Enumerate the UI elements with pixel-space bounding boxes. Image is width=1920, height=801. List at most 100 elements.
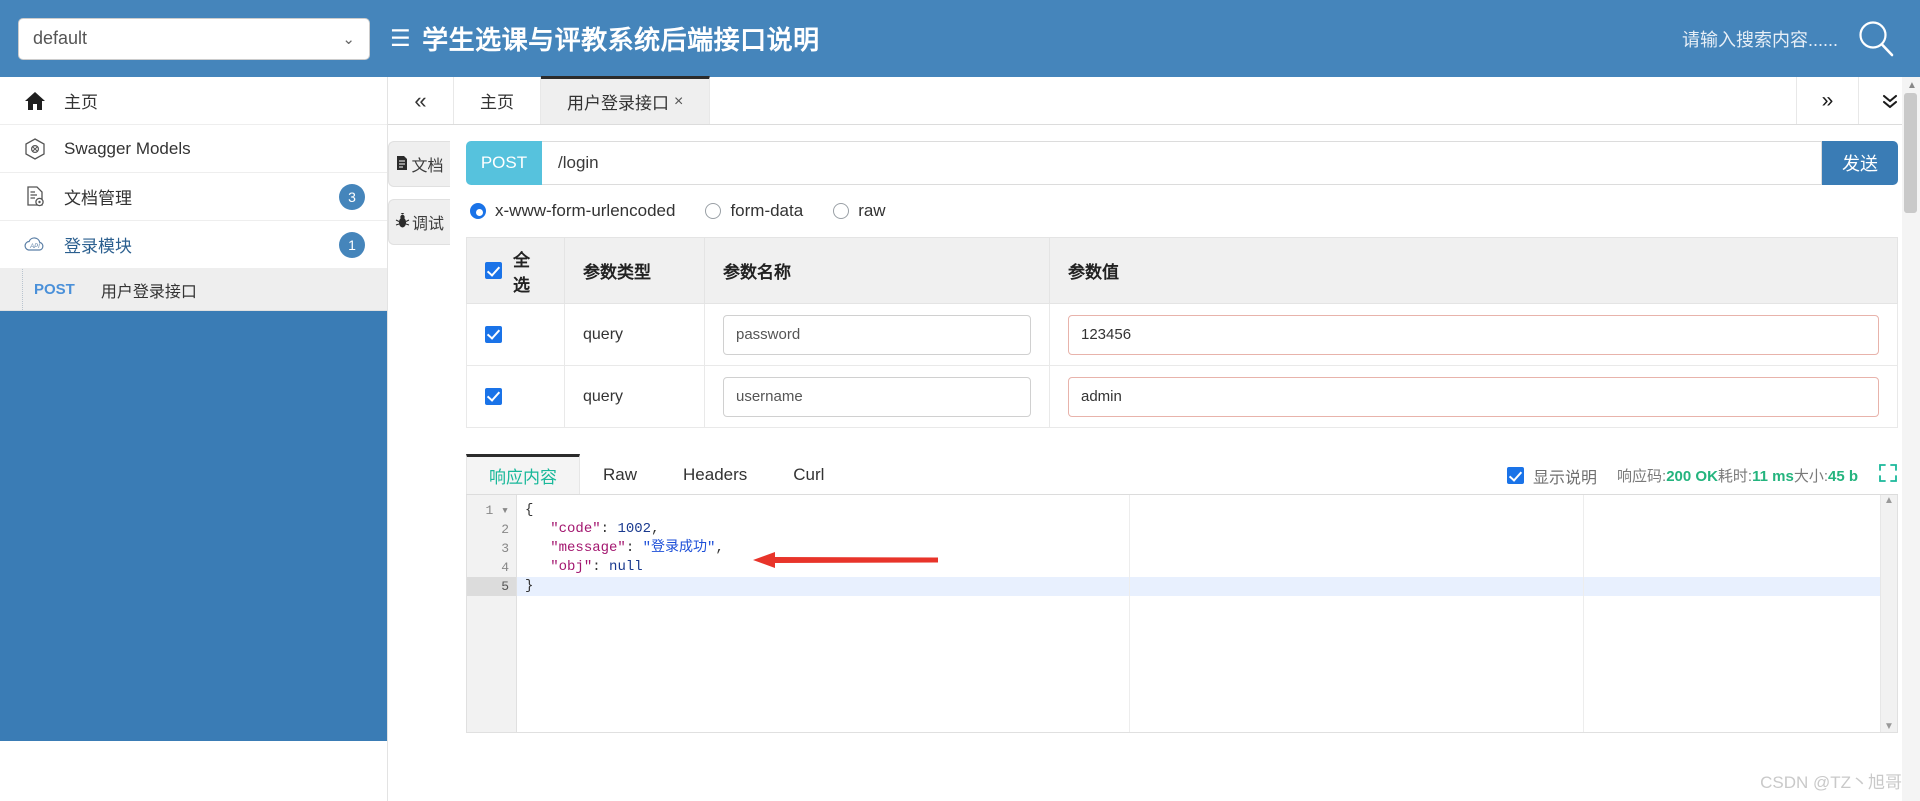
- line-number: 5: [467, 577, 516, 596]
- home-icon: [22, 88, 48, 114]
- radio-indicator: [470, 203, 486, 219]
- document-icon: [395, 155, 409, 174]
- chevron-double-right-icon[interactable]: »: [1796, 77, 1858, 124]
- response-tab-raw[interactable]: Raw: [580, 454, 660, 494]
- row-param-type: query: [564, 303, 705, 366]
- tab-bar: « 主页 用户登录接口 × »: [388, 76, 1920, 125]
- param-name-input[interactable]: password: [723, 314, 1031, 355]
- select-all-checkbox[interactable]: [485, 262, 502, 279]
- response-tabs: 响应内容 Raw Headers Curl 显示说明 响应码:200 OK耗时:…: [466, 454, 1898, 495]
- response-status-info: 响应码:200 OK耗时:11 ms大小:45 b: [1617, 465, 1858, 486]
- api-cloud-icon: API: [22, 232, 48, 258]
- cube-icon: [22, 136, 48, 162]
- code-line: "obj": null: [550, 559, 643, 575]
- page-title-text: 学生选课与评教系统后端接口说明: [422, 25, 820, 55]
- sidebar-item-swagger-models[interactable]: Swagger Models: [0, 125, 387, 173]
- annotation-arrow: [753, 552, 938, 568]
- radio-indicator: [705, 203, 722, 219]
- sidebar-badge: 1: [339, 231, 365, 258]
- collapse-sidebar-button[interactable]: «: [388, 77, 454, 124]
- param-value-input[interactable]: admin: [1068, 376, 1879, 417]
- row-param-value-cell: admin: [1049, 365, 1898, 428]
- sidebar-badge: 3: [339, 183, 365, 210]
- header-label: 全选: [513, 250, 530, 295]
- content-row: 文档 调试 POST /login 发送 x-www-form-urlencod…: [388, 125, 1920, 801]
- code-line: }: [517, 577, 1897, 596]
- line-number: 1 ▾: [485, 503, 509, 518]
- header-right: 请输入搜索内容......: [1682, 17, 1920, 61]
- vtab-label: 文档: [411, 158, 444, 175]
- show-description-label: 显示说明: [1533, 469, 1598, 487]
- tab-label: 主页: [480, 93, 514, 112]
- params-table-header-row: 全选 参数类型 参数名称 参数值: [466, 237, 1898, 304]
- time-label: 耗时:: [1717, 468, 1753, 485]
- radio-label: raw: [858, 201, 886, 220]
- url-input[interactable]: /login: [542, 141, 1822, 185]
- response-tab-curl[interactable]: Curl: [770, 454, 847, 494]
- scrollbar-thumb[interactable]: [1904, 93, 1917, 213]
- header-param-value: 参数值: [1049, 237, 1898, 304]
- search-icon[interactable]: [1854, 17, 1898, 61]
- project-select-wrapper: default ⌄: [0, 17, 390, 60]
- tab-user-login-api[interactable]: 用户登录接口 ×: [541, 76, 711, 124]
- sidebar-item-label: 文档管理: [64, 189, 132, 208]
- sidebar-item-doc-manage[interactable]: 文档管理 3: [0, 173, 387, 221]
- project-select[interactable]: default ⌄: [18, 17, 370, 60]
- scroll-down-arrow-icon[interactable]: ▼: [1884, 721, 1894, 732]
- size-value: 45 b: [1827, 468, 1858, 485]
- vertical-tabs: 文档 调试: [388, 125, 450, 801]
- sidebar-item-login-module[interactable]: API 登录模块 1: [0, 221, 387, 269]
- row-param-name-cell: password: [704, 303, 1050, 366]
- expand-fullscreen-icon[interactable]: [1878, 463, 1898, 488]
- table-row: query username admin: [466, 365, 1898, 428]
- sidebar-item-label: 登录模块: [64, 237, 132, 256]
- page-title: ☰ 学生选课与评教系统后端接口说明: [390, 20, 820, 57]
- time-value: 11 ms: [1752, 468, 1794, 485]
- show-description-checkbox[interactable]: [1507, 467, 1525, 484]
- table-row: query password 123456: [466, 303, 1898, 366]
- sidebar-item-label: 主页: [64, 93, 98, 112]
- radio-label: form-data: [730, 201, 804, 220]
- response-tab-content[interactable]: 响应内容: [466, 454, 580, 494]
- tab-bar-spacer: [710, 77, 1796, 124]
- close-icon[interactable]: ×: [674, 93, 683, 111]
- body-type-radios: x-www-form-urlencoded form-data raw: [470, 201, 1898, 221]
- sidebar-item-home[interactable]: 主页: [0, 77, 387, 125]
- scroll-up-arrow-icon[interactable]: ▲: [1884, 495, 1894, 506]
- param-value-input[interactable]: 123456: [1068, 314, 1879, 355]
- radio-raw[interactable]: raw: [833, 201, 886, 221]
- url-bar: POST /login 发送: [466, 141, 1898, 185]
- params-table: 全选 参数类型 参数名称 参数值 query password 123456 q…: [466, 237, 1898, 428]
- row-checkbox-cell: [466, 365, 565, 428]
- scroll-up-arrow-icon[interactable]: ▲: [1907, 80, 1917, 91]
- radio-x-www-form-urlencoded[interactable]: x-www-form-urlencoded: [470, 201, 675, 221]
- row-checkbox[interactable]: [485, 387, 502, 405]
- sidebar-item-label: Swagger Models: [64, 138, 191, 158]
- app-header: default ⌄ ☰ 学生选课与评教系统后端接口说明 请输入搜索内容.....…: [0, 0, 1920, 77]
- response-tab-headers[interactable]: Headers: [660, 454, 770, 494]
- vtab-debug[interactable]: 调试: [388, 199, 450, 245]
- header-param-name: 参数名称: [704, 237, 1050, 304]
- vtab-document[interactable]: 文档: [388, 141, 450, 187]
- menu-logo-icon: ☰: [390, 25, 412, 51]
- show-description-checkbox-wrapper[interactable]: 显示说明: [1507, 464, 1597, 488]
- radio-form-data[interactable]: form-data: [705, 201, 803, 221]
- line-number: 4: [501, 560, 509, 575]
- sidebar-item-user-login-api[interactable]: POST 用户登录接口: [0, 269, 387, 311]
- code-content[interactable]: { "code": 1002, "message": "登录成功", "obj"…: [517, 495, 1897, 732]
- send-button[interactable]: 发送: [1822, 141, 1898, 185]
- code-vertical-scrollbar[interactable]: ▲ ▼: [1880, 495, 1897, 732]
- watermark: CSDN @TZ丶旭哥: [1760, 773, 1902, 792]
- tab-home[interactable]: 主页: [454, 77, 541, 124]
- app-root: default ⌄ ☰ 学生选课与评教系统后端接口说明 请输入搜索内容.....…: [0, 0, 1920, 801]
- project-select-value: default: [33, 28, 88, 48]
- param-name-input[interactable]: username: [723, 376, 1031, 417]
- api-method-label: POST: [34, 281, 75, 298]
- page-vertical-scrollbar[interactable]: ▲: [1902, 77, 1920, 801]
- row-checkbox[interactable]: [485, 325, 502, 343]
- row-param-type: query: [564, 365, 705, 428]
- api-name-label: 用户登录接口: [100, 283, 197, 301]
- search-input[interactable]: 请输入搜索内容......: [1682, 26, 1838, 52]
- tab-label: 用户登录接口: [567, 94, 669, 113]
- http-method-badge: POST: [466, 141, 542, 185]
